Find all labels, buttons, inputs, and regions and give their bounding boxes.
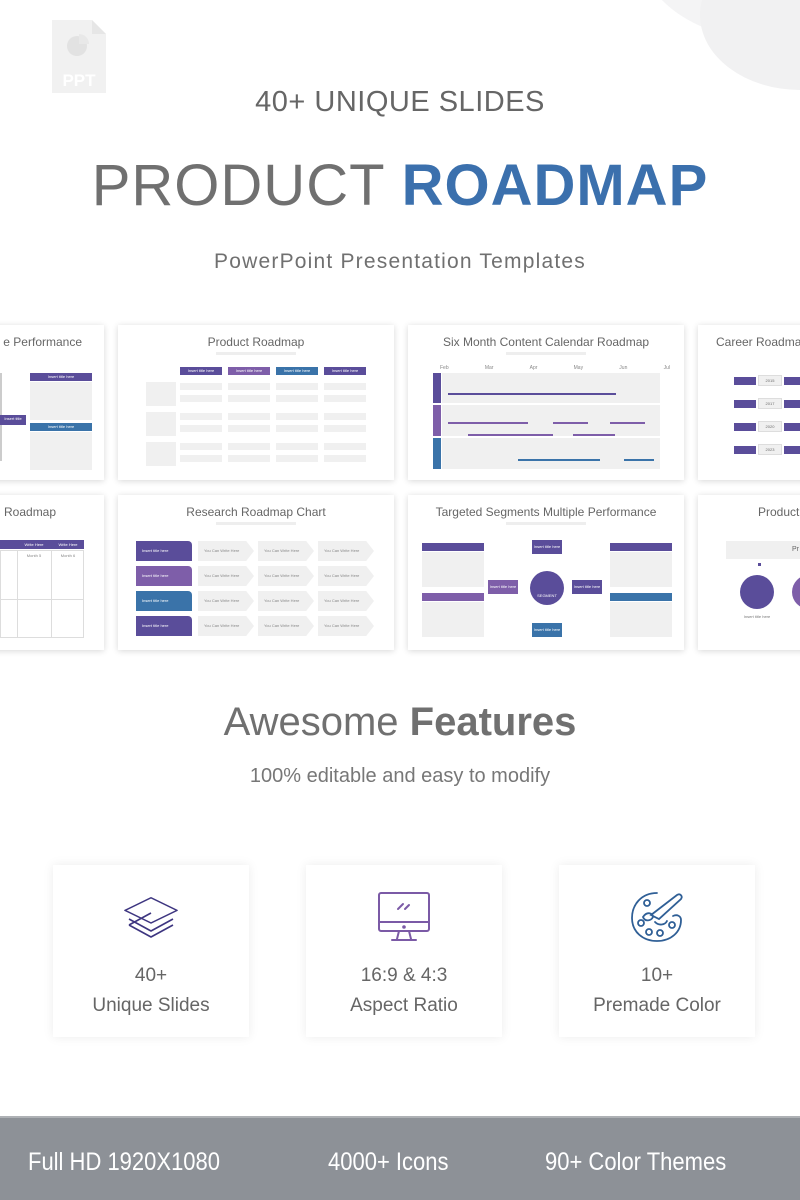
research-cell: You Can Write Here — [258, 591, 314, 611]
slide-thumbnail-performance[interactable]: e Performance Insert title here Insert t… — [0, 325, 104, 480]
month-label: Jun — [619, 365, 628, 371]
bottom-feature-bar: Full HD 1920X1080 4000+ Icons 90+ Color … — [0, 1116, 800, 1200]
segment-box: Insert title here — [572, 580, 602, 594]
feature-card-colors: 10+ Premade Color — [559, 865, 755, 1037]
segment-box: Insert title here — [532, 623, 562, 637]
year-label: 2015 — [758, 375, 782, 386]
features-title: Awesome Features — [0, 700, 800, 745]
row-title: Insert title here — [136, 566, 192, 586]
slide-header: Insert title here — [324, 367, 366, 375]
month-label: Apr — [529, 365, 538, 371]
slide-title: Product Roadmap — [207, 335, 305, 349]
slide-thumbnail-content-calendar[interactable]: Six Month Content Calendar Roadmap Feb M… — [408, 325, 684, 480]
slide-header: Insert title here — [276, 367, 318, 375]
research-cell: You Can Write Here — [258, 616, 314, 636]
slide-label: Pr — [726, 541, 800, 559]
hero-tagline: PowerPoint Presentation Templates — [214, 250, 586, 273]
research-cell: You Can Write Here — [318, 541, 374, 561]
feature-value: 40+ — [134, 965, 168, 986]
slide-thumbnail-research-roadmap[interactable]: Research Roadmap Chart Insert title here… — [118, 495, 394, 650]
slide-title: Career Roadma — [716, 335, 800, 349]
row-label: Month 6 — [60, 553, 76, 558]
research-cell: You Can Write Here — [318, 616, 374, 636]
features-subtitle: 100% editable and easy to modify — [249, 765, 551, 787]
feature-value: 16:9 & 4:3 — [360, 965, 448, 986]
slide-thumbnail-career-roadmap[interactable]: Career Roadma 2015 2017 2020 2023 — [698, 325, 800, 480]
column-label: Write Here — [58, 542, 78, 547]
hero-subtitle: 40+ UNIQUE SLIDES — [255, 86, 545, 118]
slide-box-label: Insert title here — [30, 373, 92, 381]
row-title: Insert title here — [136, 591, 192, 611]
research-cell: You Can Write Here — [318, 591, 374, 611]
bottom-item-resolution: Full HD 1920X1080 — [28, 1148, 221, 1176]
palette-icon — [629, 889, 685, 945]
month-label: Feb — [440, 365, 449, 371]
slide-thumbnail-targeted-segments[interactable]: Targeted Segments Multiple Performance I… — [408, 495, 684, 650]
bottom-item-themes: 90+ Color Themes — [545, 1148, 727, 1176]
segment-box: Insert title here — [488, 580, 518, 594]
slide-header: Insert title here — [228, 367, 270, 375]
year-label: 2023 — [758, 444, 782, 455]
feature-label: Aspect Ratio — [350, 995, 458, 1016]
ppt-file-icon: PPT — [52, 20, 106, 93]
year-label: 2020 — [758, 421, 782, 432]
layers-icon — [123, 889, 179, 945]
feature-card-slides: 40+ Unique Slides — [53, 865, 249, 1037]
hero-title-part1: PRODUCT — [91, 153, 385, 218]
research-cell: You Can Write Here — [198, 566, 254, 586]
slide-box-label: Insert title here — [30, 423, 92, 431]
slide-thumbnail-roadmap[interactable]: Roadmap Write Here Write Here Month 5 Mo… — [0, 495, 104, 650]
feature-value: 10+ — [640, 965, 674, 986]
row-label: Month 5 — [26, 553, 42, 558]
feature-label: Unique Slides — [92, 995, 210, 1016]
feature-label: Premade Color — [593, 995, 721, 1016]
research-cell: You Can Write Here — [198, 591, 254, 611]
year-label: 2017 — [758, 398, 782, 409]
month-label: May — [573, 365, 584, 371]
slide-thumbnail-product[interactable]: Product Pr Insert title here — [698, 495, 800, 650]
month-label: Mar — [484, 365, 494, 371]
hero-title-part2: ROADMAP — [401, 153, 709, 218]
slide-header: Insert title here — [180, 367, 222, 375]
slide-title: Targeted Segments Multiple Performance — [435, 505, 657, 519]
research-cell: You Can Write Here — [258, 541, 314, 561]
slide-title: Six Month Content Calendar Roadmap — [442, 335, 650, 349]
hero-title: PRODUCT ROADMAP — [0, 152, 800, 219]
row-title: Insert title here — [136, 616, 192, 636]
column-label: Write Here — [24, 542, 44, 547]
slide-title: Roadmap — [4, 505, 57, 519]
row-title: Insert title here — [136, 541, 192, 561]
slide-title: Product — [758, 505, 800, 519]
feature-card-aspect-ratio: 16:9 & 4:3 Aspect Ratio — [306, 865, 502, 1037]
background-blob — [700, 0, 800, 90]
segment-center: SEGMENT — [530, 571, 564, 605]
research-cell: You Can Write Here — [198, 616, 254, 636]
research-cell: You Can Write Here — [198, 541, 254, 561]
monitor-icon — [376, 889, 432, 945]
item-title: Insert title here — [743, 614, 771, 619]
slide-title: e Performance — [3, 335, 82, 349]
month-label: Jul — [663, 365, 670, 371]
bottom-item-icons: 4000+ Icons — [328, 1148, 449, 1176]
segment-box: Insert title here — [532, 540, 562, 554]
features-title-bold: Features — [409, 700, 577, 744]
slide-box-label: Insert title here — [0, 415, 26, 429]
research-cell: You Can Write Here — [258, 566, 314, 586]
slide-thumbnail-product-roadmap[interactable]: Product Roadmap Insert title here Insert… — [118, 325, 394, 480]
research-cell: You Can Write Here — [318, 566, 374, 586]
features-title-light: Awesome — [223, 700, 399, 744]
slide-title: Research Roadmap Chart — [186, 505, 326, 519]
